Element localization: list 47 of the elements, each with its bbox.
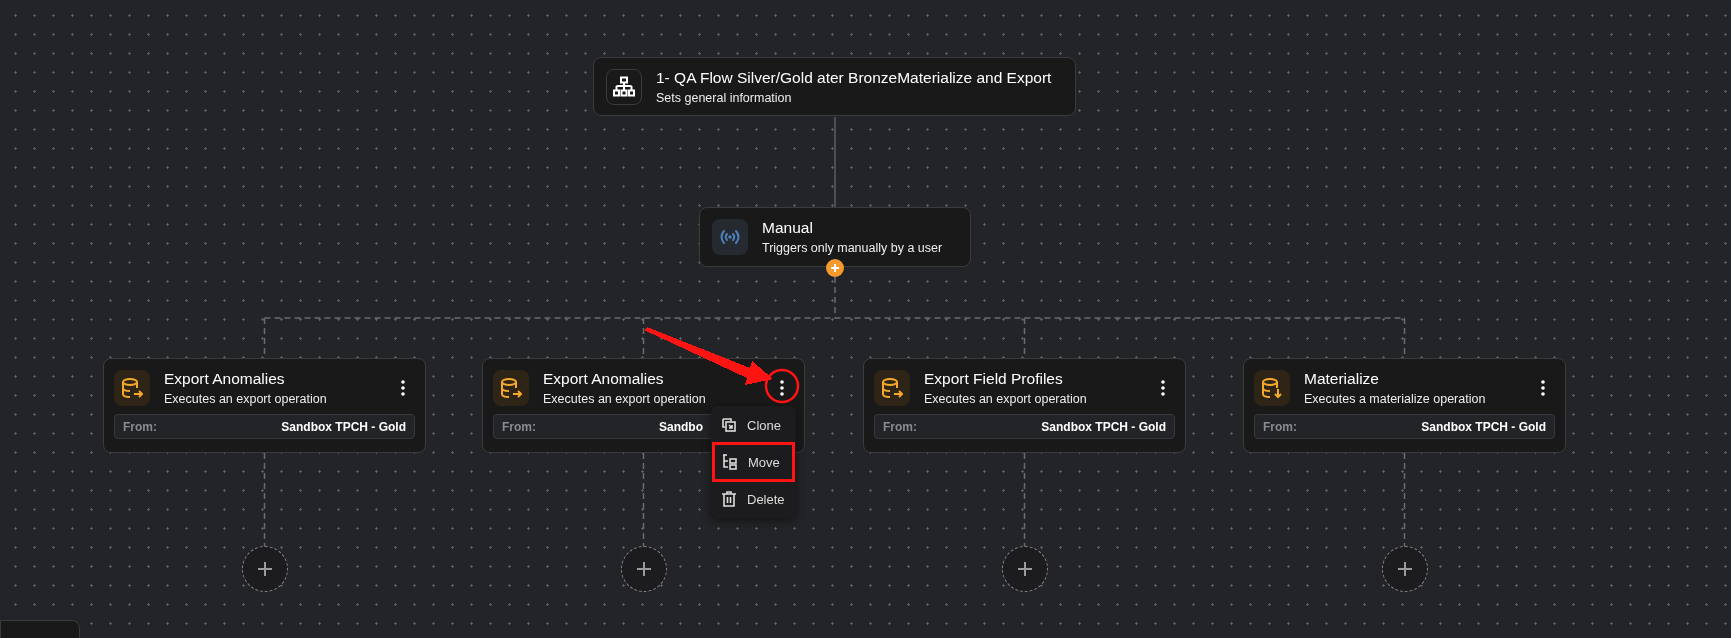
step-subtitle: Executes an export operation (543, 391, 707, 407)
database-download-icon (1254, 370, 1290, 406)
menu-item[interactable]: Clone (711, 408, 796, 442)
add-step-button[interactable] (1381, 546, 1428, 592)
broadcast-icon (712, 219, 748, 255)
clone-icon (721, 417, 737, 433)
node-subtitle: Sets general information (656, 89, 793, 106)
node-title: 1- QA Flow Silver/Gold ater BronzeMaterialize and Export (656, 67, 1052, 87)
tree-icon (722, 454, 738, 470)
add-step-button[interactable] (620, 546, 667, 592)
field-label: From: (502, 419, 536, 434)
node-title: Manual (762, 218, 814, 237)
field-value: Sandbox TPCH - Gold (281, 419, 406, 434)
field-value: Sandbox TPCH - Gold (1421, 419, 1546, 434)
plus-icon (1016, 561, 1033, 577)
field-label: From: (883, 419, 917, 434)
step-subtitle: Executes an export operation (924, 391, 1088, 407)
menu-item[interactable]: Move (712, 442, 795, 482)
menu-item[interactable]: Delete (711, 482, 796, 516)
plus-icon (1396, 561, 1413, 577)
add-button[interactable] (826, 259, 844, 277)
database-export-icon (874, 370, 910, 406)
step-card[interactable]: Materialize Executes a materialize operation From: Sandbox TPCH - Gold (1243, 358, 1566, 453)
step-title: Export Anomalies (164, 369, 286, 388)
step-title: Export Anomalies (543, 369, 665, 388)
step-subtitle: Executes an export operation (164, 391, 328, 407)
plus-icon (635, 561, 652, 577)
add-step-button[interactable] (1001, 546, 1048, 592)
step-title: Export Field Profiles (924, 369, 1064, 388)
database-export-icon (114, 370, 150, 406)
field-label: From: (1263, 419, 1297, 434)
trigger-node[interactable]: Manual Triggers only manually by a user (699, 207, 971, 267)
hierarchy-icon (606, 68, 642, 105)
step-subtitle: Executes a materialize operation (1304, 391, 1487, 407)
field-value: Sandbo (659, 419, 703, 434)
trash-icon (721, 491, 737, 507)
field-value: Sandbox TPCH - Gold (1041, 419, 1166, 434)
step-card[interactable]: Export Anomalies Executes an export operation From: Sandbox TPCH - Gold (103, 358, 426, 453)
field-label: From: (123, 419, 157, 434)
node-subtitle: Triggers only manually by a user (762, 240, 943, 256)
plus-icon (830, 263, 840, 273)
step-title: Materialize (1304, 369, 1380, 388)
database-export-icon (493, 370, 529, 406)
flow-node[interactable]: 1- QA Flow Silver/Gold ater BronzeMaterialize and Export Sets general information (593, 57, 1076, 116)
plus-icon (256, 561, 273, 577)
add-step-button[interactable] (241, 546, 288, 592)
step-card[interactable]: Export Field Profiles Executes an export operation From: Sandbox TPCH - Gold (863, 358, 1186, 453)
